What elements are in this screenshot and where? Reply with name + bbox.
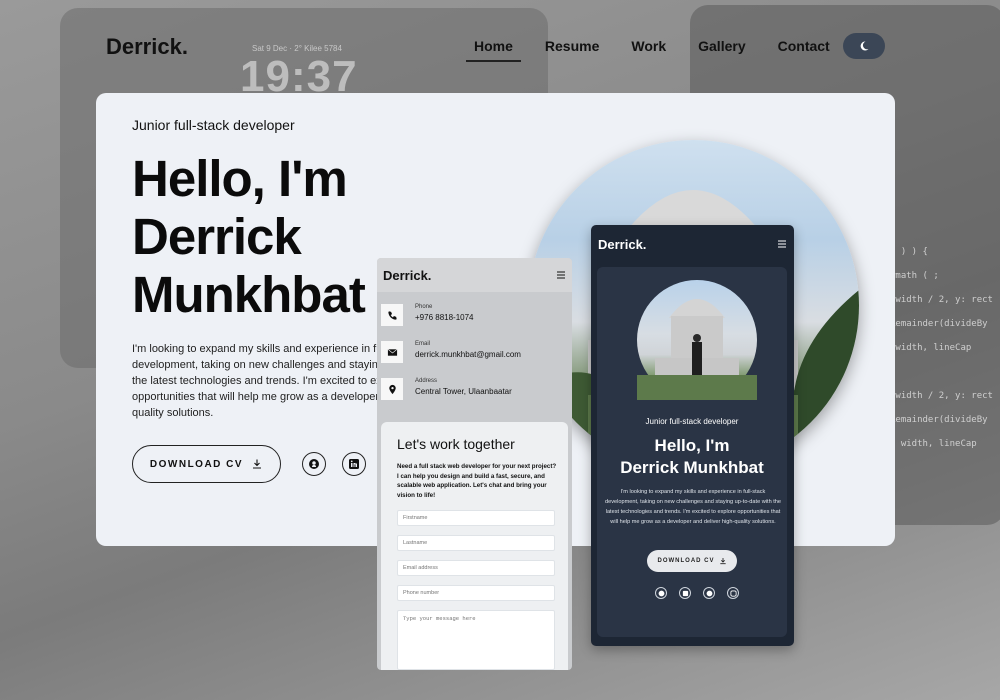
- lastname-input[interactable]: [397, 535, 555, 551]
- mobile-dark-logo[interactable]: Derrick.: [598, 237, 646, 252]
- github-icon: [309, 459, 319, 469]
- nav-resume[interactable]: Resume: [537, 38, 607, 62]
- mobile-dark-subtitle: Junior full-stack developer: [645, 417, 739, 426]
- download-icon: [253, 459, 262, 469]
- mobile-light-logo[interactable]: Derrick.: [383, 268, 431, 283]
- contact-value[interactable]: +976 8818-1074: [415, 313, 474, 322]
- moon-icon: [860, 41, 869, 51]
- mobile-dark-bio: I'm looking to expand my skills and expe…: [605, 489, 782, 525]
- headline-line: Hello, I'm: [654, 436, 730, 455]
- contact-label: Phone: [415, 304, 433, 310]
- contact-value[interactable]: derrick.munkhbat@gmail.com: [415, 350, 521, 359]
- phone-input[interactable]: [397, 585, 555, 601]
- contact-form-card: Let's work together Need a full stack we…: [381, 422, 568, 670]
- facebook-link[interactable]: [703, 587, 715, 599]
- phone-icon: [381, 304, 403, 326]
- contact-phone: Phone +976 8818-1074: [377, 304, 474, 326]
- email-input[interactable]: [397, 560, 555, 576]
- nav-gallery[interactable]: Gallery: [690, 38, 753, 62]
- download-cv-label: DOWNLOAD CV: [149, 458, 244, 470]
- download-cv-button[interactable]: DOWNLOAD CV: [132, 445, 281, 483]
- nav-work[interactable]: Work: [623, 38, 674, 62]
- headline-line: Hello, I'm: [132, 150, 348, 207]
- site-logo[interactable]: Derrick.: [106, 34, 188, 60]
- mail-icon: [381, 341, 403, 363]
- github-link[interactable]: [655, 587, 667, 599]
- github-icon: [658, 590, 664, 596]
- bio-line: opportunities that will help me grow as …: [132, 391, 382, 403]
- main-nav: Home Resume Work Gallery Contact: [466, 38, 854, 62]
- menu-icon[interactable]: [556, 270, 566, 280]
- instagram-icon: [729, 589, 737, 597]
- mobile-dark-header: Derrick.: [591, 225, 794, 263]
- mobile-light-mockup: Derrick. Phone +976 8818-1074 Email derric…: [377, 258, 572, 670]
- hero-subtitle: Junior full-stack developer: [132, 117, 295, 133]
- headline-line: Derrick Munkhbat: [620, 458, 764, 477]
- mobile-dark-mockup: Derrick. Junior full-stack developer Hel…: [591, 225, 794, 646]
- facebook-icon: [706, 590, 712, 596]
- location-icon: [381, 378, 403, 400]
- mobile-profile-photo: [637, 280, 757, 400]
- bio-line: I'm looking to expand my skills and expe…: [132, 343, 382, 355]
- message-textarea[interactable]: [397, 610, 555, 670]
- download-cv-label: DOWNLOAD CV: [657, 558, 715, 564]
- bio-line: quality solutions.: [132, 407, 214, 419]
- bio-line: development, taking on new challenges an…: [132, 359, 382, 371]
- linkedin-icon: [349, 459, 359, 469]
- background-code: ( ) ) {#math ( ; .width / 2, y: rect Remai…: [890, 247, 993, 449]
- hero-bio: I'm looking to expand my skills and expe…: [132, 341, 382, 423]
- linkedin-icon: [682, 590, 688, 596]
- github-link[interactable]: [302, 452, 326, 476]
- contact-value[interactable]: Central Tower, Ulaanbaatar: [415, 387, 512, 396]
- firstname-input[interactable]: [397, 510, 555, 526]
- contact-form-title: Let's work together: [397, 436, 515, 452]
- menu-icon[interactable]: [777, 239, 787, 249]
- nav-contact[interactable]: Contact: [770, 38, 838, 62]
- instagram-link[interactable]: [727, 587, 739, 599]
- mobile-download-cv-button[interactable]: DOWNLOAD CV: [647, 550, 737, 572]
- contact-email: Email derrick.munkhbat@gmail.com: [377, 341, 521, 363]
- linkedin-link[interactable]: [342, 452, 366, 476]
- contact-address: Address Central Tower, Ulaanbaatar: [377, 378, 512, 400]
- contact-label: Address: [415, 378, 438, 384]
- bio-line: the latest technologies and trends. I'm …: [132, 375, 382, 387]
- theme-toggle-button[interactable]: [843, 33, 885, 59]
- linkedin-link[interactable]: [679, 587, 691, 599]
- contact-label: Email: [415, 341, 431, 347]
- download-icon: [719, 558, 726, 565]
- contact-form-text: Need a full stack web developer for your…: [397, 463, 557, 499]
- temple-illustration: [637, 299, 757, 400]
- mobile-dark-hero: Junior full-stack developer Hello, I'm D…: [597, 267, 787, 637]
- nav-home[interactable]: Home: [466, 38, 521, 62]
- mobile-dark-headline: Hello, I'm Derrick Munkhbat: [597, 435, 787, 479]
- mobile-light-header: Derrick.: [377, 258, 572, 292]
